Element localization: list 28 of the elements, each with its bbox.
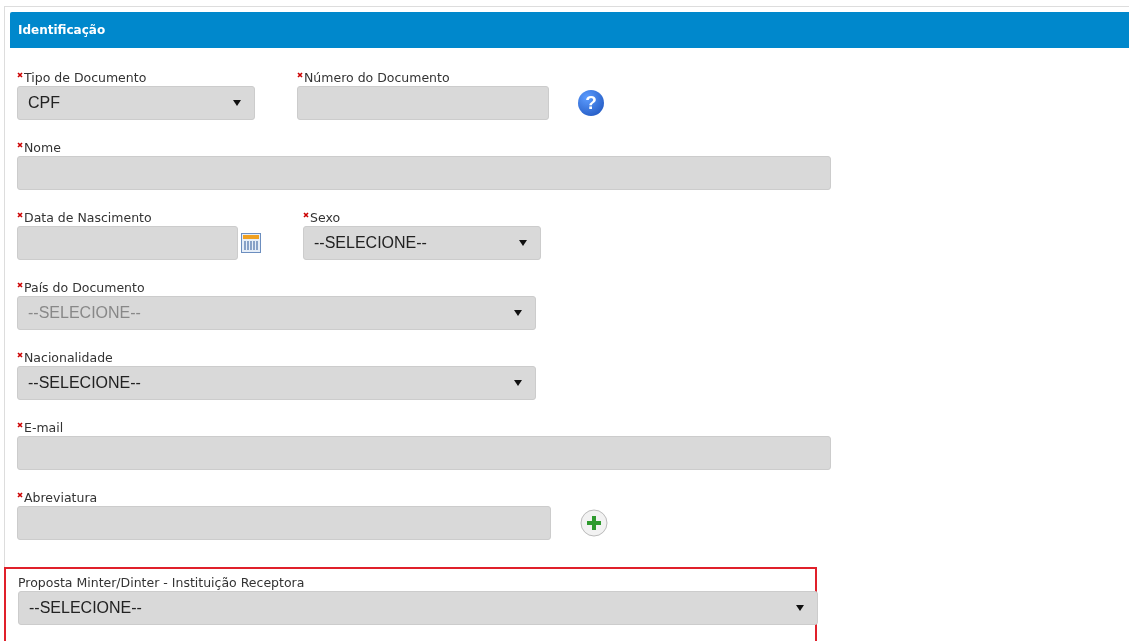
select-field[interactable]: --SELECIONE-- bbox=[17, 366, 536, 400]
field-label: Tipo de Documento bbox=[24, 71, 147, 85]
select-field[interactable]: --SELECIONE-- bbox=[18, 591, 818, 625]
select-field[interactable]: --SELECIONE-- bbox=[303, 226, 541, 260]
field-label: País do Documento bbox=[24, 281, 145, 295]
caret-icon bbox=[514, 310, 522, 316]
field-label: Sexo bbox=[310, 211, 341, 225]
field-label: Número do Documento bbox=[304, 71, 450, 85]
panel-title: Identificação bbox=[18, 23, 106, 37]
field-label: Data de Nascimento bbox=[24, 211, 152, 225]
calendar-icon[interactable] bbox=[241, 233, 261, 253]
input-field[interactable] bbox=[17, 436, 831, 470]
field-label: Abreviatura bbox=[24, 491, 98, 505]
caret-icon bbox=[233, 100, 241, 106]
select-field[interactable]: CPF bbox=[17, 86, 255, 120]
caret-icon bbox=[796, 605, 804, 611]
input-field[interactable] bbox=[17, 156, 831, 190]
field-label: Proposta Minter/Dinter - Instituição Receptora bbox=[18, 576, 305, 590]
caret-icon bbox=[514, 380, 522, 386]
help-icon[interactable]: ? bbox=[578, 90, 604, 116]
input-field[interactable] bbox=[17, 506, 551, 540]
input-field[interactable] bbox=[297, 86, 549, 120]
field-label: Nacionalidade bbox=[24, 351, 113, 365]
add-icon[interactable] bbox=[580, 509, 608, 537]
field-label: Nome bbox=[24, 141, 61, 155]
field-label: E-mail bbox=[24, 421, 64, 435]
input-field[interactable] bbox=[17, 226, 238, 260]
caret-icon bbox=[519, 240, 527, 246]
